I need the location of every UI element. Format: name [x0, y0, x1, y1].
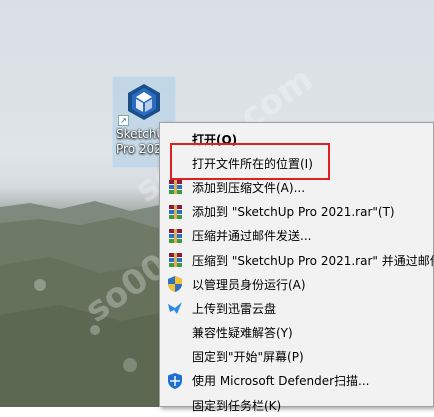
menu-item-label: 压缩到 "SketchUp Pro 2021.rar" 并通过邮件	[192, 253, 434, 268]
menu-item-label: 压缩并通过邮件发送...	[192, 229, 312, 244]
uac-shield-icon	[167, 276, 183, 293]
menu-item-label: 固定到任务栏(K)	[192, 398, 282, 413]
menu-item-label: 打开文件所在的位置(I)	[192, 156, 313, 171]
menu-item-add-to-archive[interactable]: 添加到压缩文件(A)...	[160, 175, 433, 199]
menu-item-label: 兼容性疑难解答(Y)	[192, 326, 293, 341]
menu-item-open[interactable]: 打开(O)	[160, 127, 433, 151]
menu-item-label: 打开(O)	[192, 132, 238, 147]
menu-item-compatibility-troubleshoot[interactable]: 兼容性疑难解答(Y)	[160, 321, 433, 345]
winrar-icon	[167, 252, 183, 268]
menu-item-label: 以管理员身份运行(A)	[192, 277, 306, 292]
menu-item-open-file-location[interactable]: 打开文件所在的位置(I)	[160, 151, 433, 175]
menu-item-compress-to-rar-and-email[interactable]: 压缩到 "SketchUp Pro 2021.rar" 并通过邮件	[160, 248, 434, 272]
winrar-icon	[167, 228, 183, 244]
menu-item-label: 添加到 "SketchUp Pro 2021.rar"(T)	[192, 205, 395, 220]
menu-item-label: 上传到迅雷云盘	[192, 301, 277, 316]
menu-item-label: 固定到"开始"屏幕(P)	[192, 350, 304, 365]
menu-item-add-to-rar[interactable]: 添加到 "SketchUp Pro 2021.rar"(T)	[160, 200, 433, 224]
winrar-icon	[167, 179, 183, 195]
menu-item-upload-thunder-cloud[interactable]: 上传到迅雷云盘	[160, 296, 433, 320]
menu-item-pin-to-start[interactable]: 固定到"开始"屏幕(P)	[160, 345, 433, 369]
menu-item-pin-to-taskbar[interactable]: 固定到任务栏(K)	[160, 393, 433, 417]
menu-item-label: 添加到压缩文件(A)...	[192, 180, 306, 195]
sketchup-icon	[128, 84, 160, 120]
menu-item-run-as-admin[interactable]: 以管理员身份运行(A)	[160, 272, 433, 296]
menu-item-defender-scan[interactable]: 使用 Microsoft Defender扫描...	[160, 369, 433, 393]
menu-item-label: 使用 Microsoft Defender扫描...	[192, 374, 370, 389]
defender-icon	[167, 372, 183, 389]
winrar-icon	[167, 204, 183, 220]
shortcut-arrow-icon: ↗	[118, 115, 129, 126]
thunder-cloud-icon	[167, 300, 183, 316]
menu-item-compress-and-email[interactable]: 压缩并通过邮件发送...	[160, 224, 433, 248]
context-menu: 打开(O) 打开文件所在的位置(I) 添加到压缩文件(A)... 添加到 "Sk…	[159, 122, 434, 413]
